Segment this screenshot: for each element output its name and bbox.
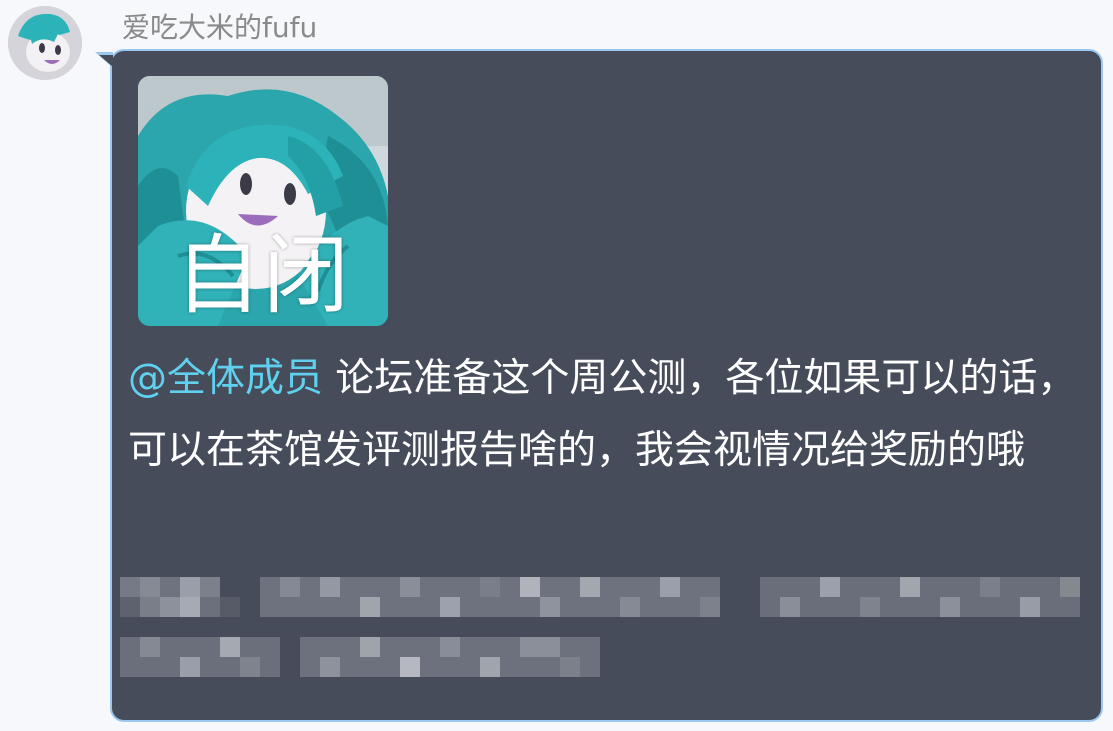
chat-message: 爱吃大米的fufu 自闭 @全体成员 论坛准备这个周公测，各位如果可以的话，可以… — [0, 0, 1113, 731]
mention-all-members[interactable]: @全体成员 — [128, 356, 323, 401]
avatar[interactable] — [8, 6, 82, 80]
blurred-text — [120, 577, 1095, 707]
avatar-image — [8, 6, 82, 80]
pixelated-mosaic — [120, 577, 1080, 677]
sticker-caption: 自闭 — [175, 226, 351, 326]
sticker-image[interactable]: 自闭 — [138, 76, 388, 326]
message-bubble[interactable]: 自闭 @全体成员 论坛准备这个周公测，各位如果可以的话，可以在茶馆发评测报告啥的… — [110, 49, 1103, 722]
bubble-tail-inner — [99, 55, 113, 67]
sender-name[interactable]: 爱吃大米的fufu — [122, 8, 317, 48]
message-text[interactable]: @全体成员 论坛准备这个周公测，各位如果可以的话，可以在茶馆发评测报告啥的，我会… — [128, 343, 1093, 487]
